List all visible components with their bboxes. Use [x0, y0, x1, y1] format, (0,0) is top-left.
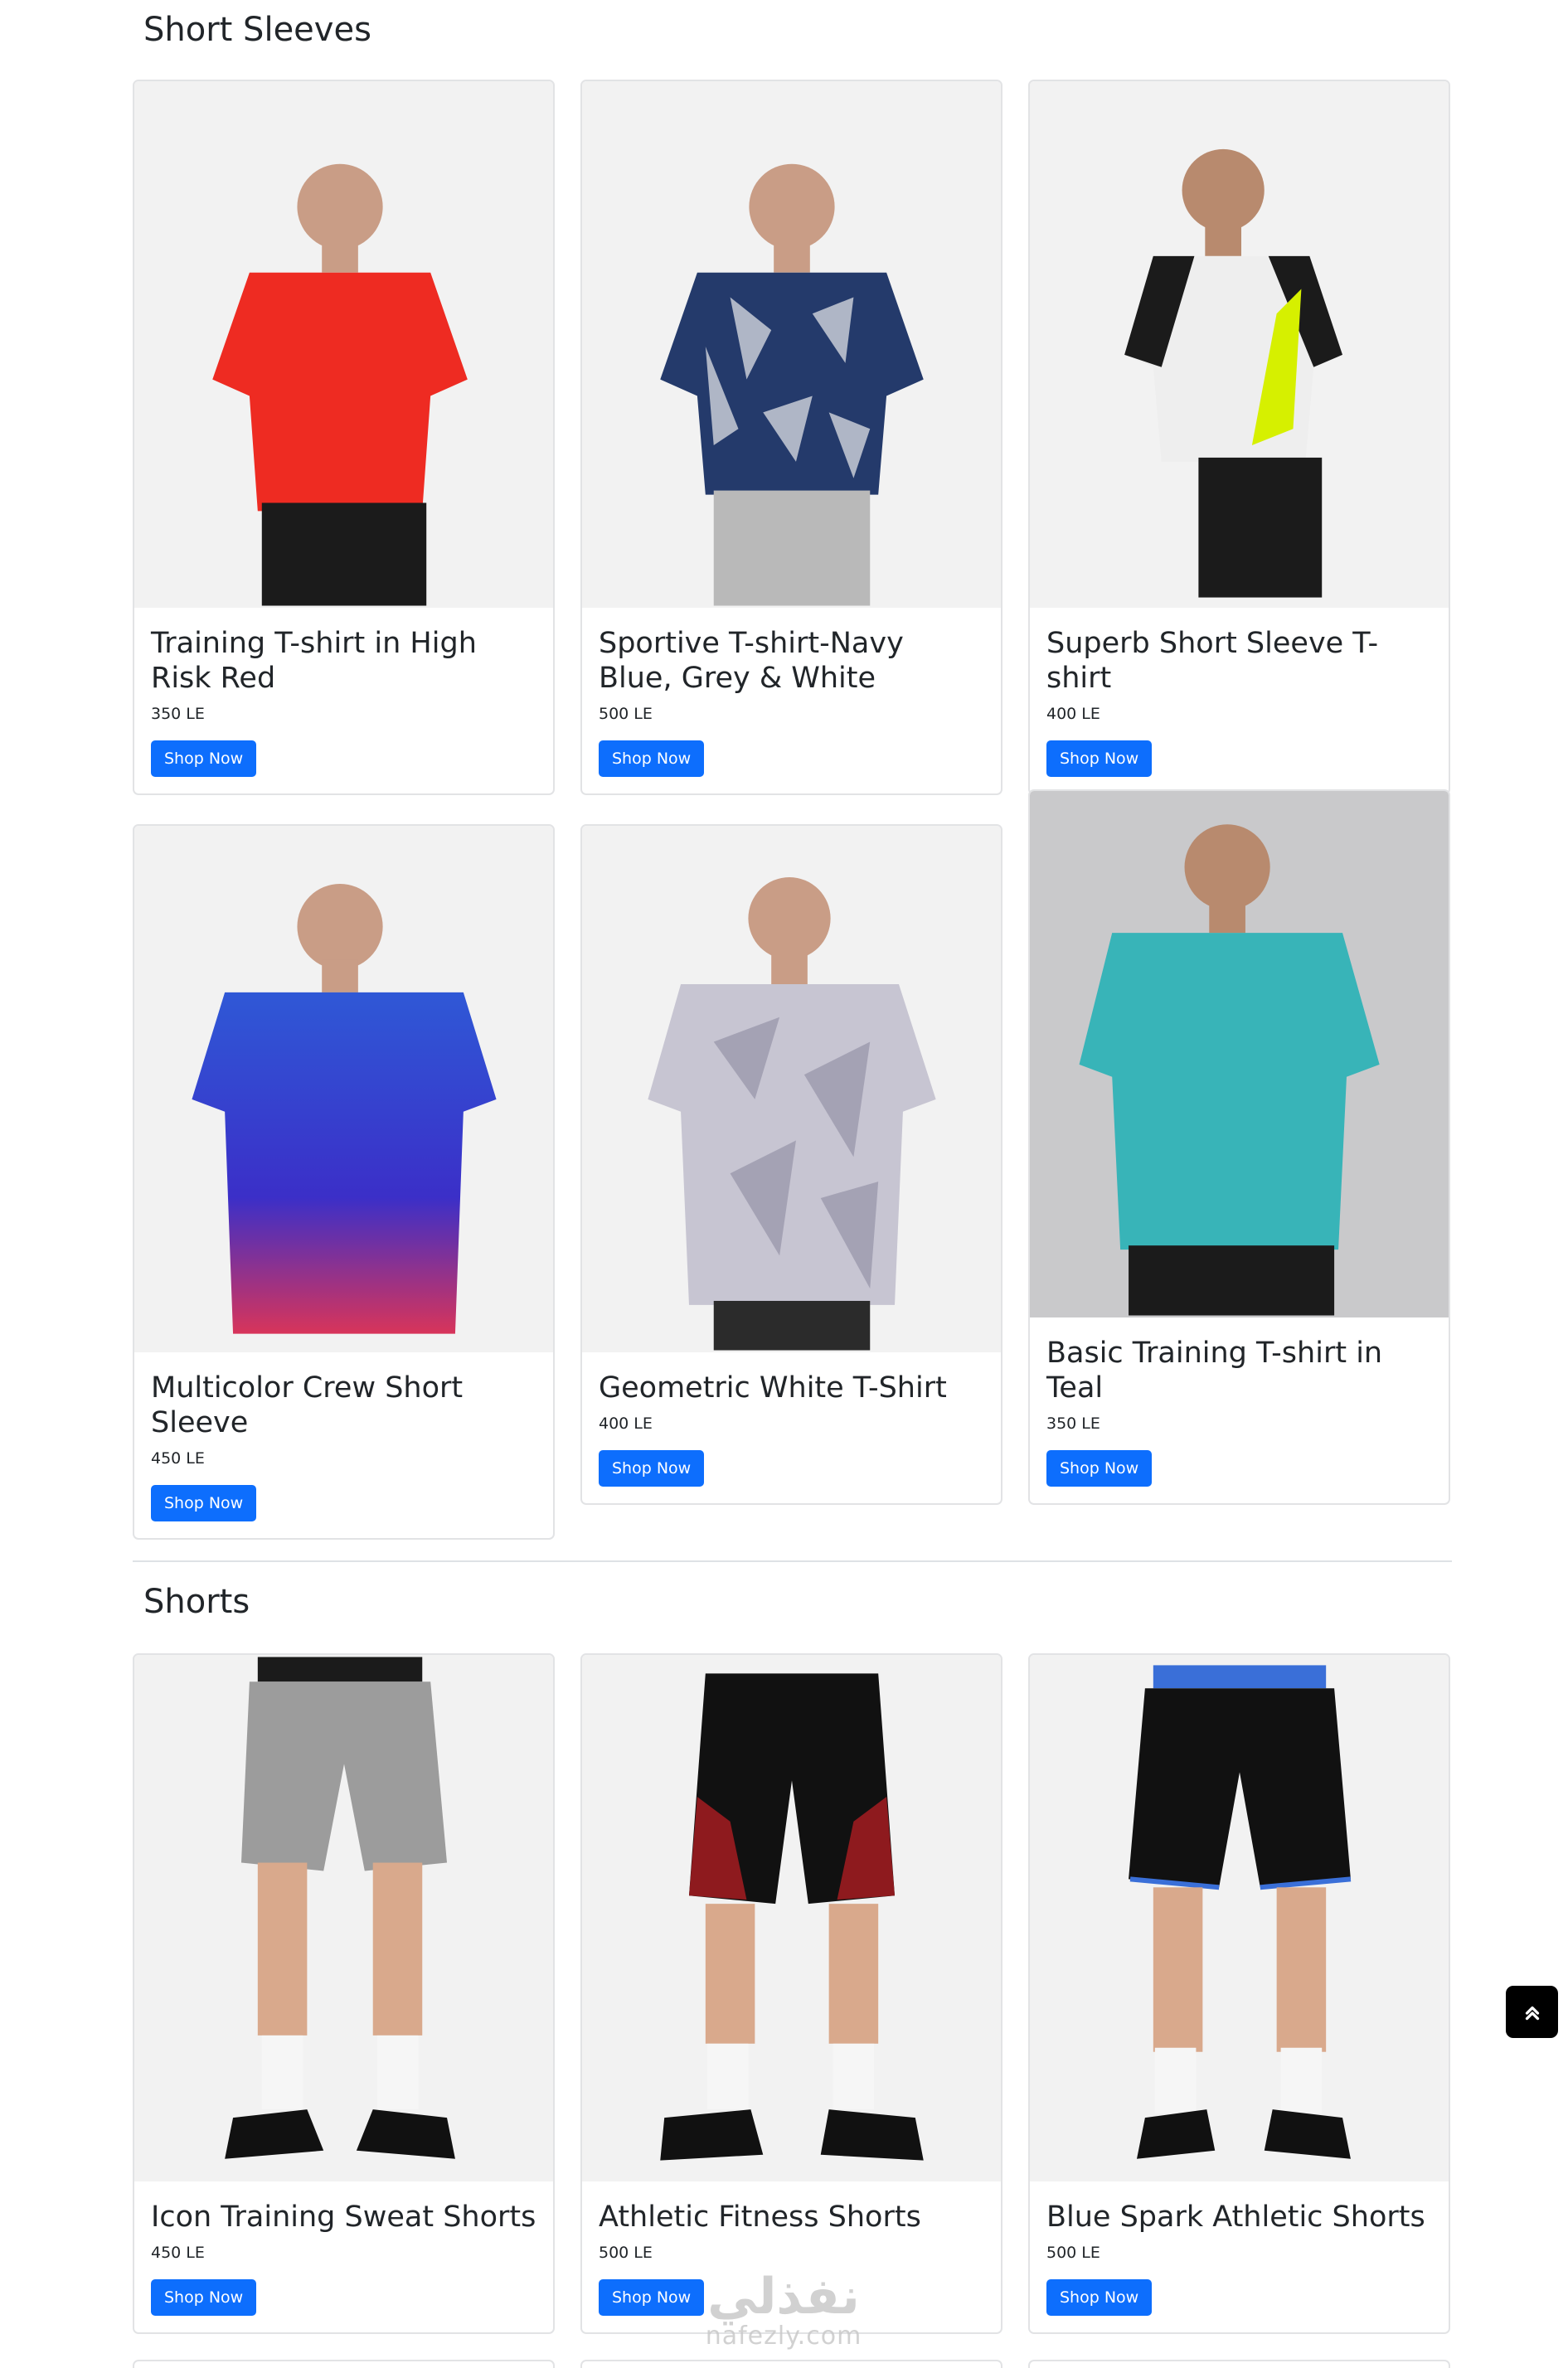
- product-name[interactable]: Training T-shirt in High Risk Red: [151, 626, 536, 696]
- product-image[interactable]: [582, 826, 1001, 1352]
- product-price: 500 LE: [1046, 2244, 1100, 2262]
- product-price: 450 LE: [151, 2244, 205, 2262]
- product-card-partial: [1028, 2360, 1450, 2368]
- product-price: 500 LE: [599, 2244, 653, 2262]
- product-image[interactable]: [134, 1655, 553, 2181]
- section-title-short-sleeves: Short Sleeves: [143, 11, 371, 49]
- model-tshirt-illustration: [192, 883, 497, 1334]
- shop-now-button[interactable]: Shop Now: [599, 2279, 705, 2316]
- product-card: Superb Short Sleeve T-shirt 400 LE Shop …: [1028, 80, 1450, 795]
- product-image[interactable]: [134, 826, 553, 1352]
- model-tshirt-illustration: [660, 163, 924, 606]
- shop-now-button[interactable]: Shop Now: [1046, 1450, 1153, 1487]
- product-name[interactable]: Blue Spark Athletic Shorts: [1046, 2200, 1432, 2235]
- product-image[interactable]: [134, 81, 553, 608]
- product-name[interactable]: Athletic Fitness Shorts: [599, 2200, 984, 2235]
- product-name[interactable]: Icon Training Sweat Shorts: [151, 2200, 536, 2235]
- product-price: 350 LE: [151, 705, 205, 723]
- product-name[interactable]: Multicolor Crew Short Sleeve: [151, 1371, 536, 1440]
- section-title-shorts: Shorts: [143, 1583, 250, 1621]
- product-image[interactable]: [1030, 791, 1449, 1317]
- product-card: Geometric White T-Shirt 400 LE Shop Now: [580, 824, 1002, 1505]
- product-card: Icon Training Sweat Shorts 450 LE Shop N…: [133, 1653, 555, 2334]
- watermark-latin-text: nafezly.com: [705, 2322, 862, 2351]
- double-chevron-up-icon: [1525, 2006, 1539, 2020]
- product-name[interactable]: Sportive T-shirt-Navy Blue, Grey & White: [599, 626, 984, 696]
- model-shorts-illustration: [1129, 1665, 1352, 2159]
- product-card: Athletic Fitness Shorts 500 LE Shop Now: [580, 1653, 1002, 2334]
- product-name[interactable]: Superb Short Sleeve T-shirt: [1046, 626, 1432, 696]
- watermark-logo: نفذلي nafezly.com: [701, 2270, 867, 2350]
- model-tshirt-illustration: [648, 877, 936, 1351]
- model-tshirt-illustration: [212, 163, 468, 606]
- product-card: Blue Spark Athletic Shorts 500 LE Shop N…: [1028, 1653, 1450, 2334]
- product-card-partial: [133, 2360, 555, 2368]
- product-price: 500 LE: [599, 705, 653, 723]
- shop-now-button[interactable]: Shop Now: [151, 1485, 257, 1521]
- product-name[interactable]: Geometric White T-Shirt: [599, 1371, 984, 1405]
- product-price: 400 LE: [599, 1414, 653, 1433]
- model-shorts-illustration: [225, 1657, 455, 2159]
- product-image[interactable]: [1030, 1655, 1449, 2181]
- section-divider: [133, 1560, 1452, 1562]
- product-card-partial: [580, 2360, 1002, 2368]
- product-card: Multicolor Crew Short Sleeve 450 LE Shop…: [133, 824, 555, 1540]
- shop-now-button[interactable]: Shop Now: [1046, 740, 1153, 777]
- product-image[interactable]: [582, 1655, 1001, 2181]
- product-price: 450 LE: [151, 1449, 205, 1468]
- product-price: 350 LE: [1046, 1414, 1100, 1433]
- shop-now-button[interactable]: Shop Now: [151, 740, 257, 777]
- product-card: Basic Training T-shirt in Teal 350 LE Sh…: [1028, 789, 1450, 1505]
- scroll-to-top-button[interactable]: [1506, 1986, 1558, 2038]
- shop-now-button[interactable]: Shop Now: [1046, 2279, 1153, 2316]
- product-card: Training T-shirt in High Risk Red 350 LE…: [133, 80, 555, 795]
- product-image[interactable]: [1030, 81, 1449, 608]
- product-card: Sportive T-shirt-Navy Blue, Grey & White…: [580, 80, 1002, 795]
- product-price: 400 LE: [1046, 705, 1100, 723]
- watermark-arabic-text: نفذلي: [707, 2268, 860, 2326]
- shop-now-button[interactable]: Shop Now: [599, 740, 705, 777]
- product-name[interactable]: Basic Training T-shirt in Teal: [1046, 1336, 1432, 1405]
- model-tshirt-illustration: [1079, 824, 1380, 1316]
- product-image[interactable]: [582, 81, 1001, 608]
- shop-now-button[interactable]: Shop Now: [151, 2279, 257, 2316]
- model-tshirt-illustration: [1124, 148, 1343, 598]
- shop-now-button[interactable]: Shop Now: [599, 1450, 705, 1487]
- model-shorts-illustration: [660, 1673, 924, 2161]
